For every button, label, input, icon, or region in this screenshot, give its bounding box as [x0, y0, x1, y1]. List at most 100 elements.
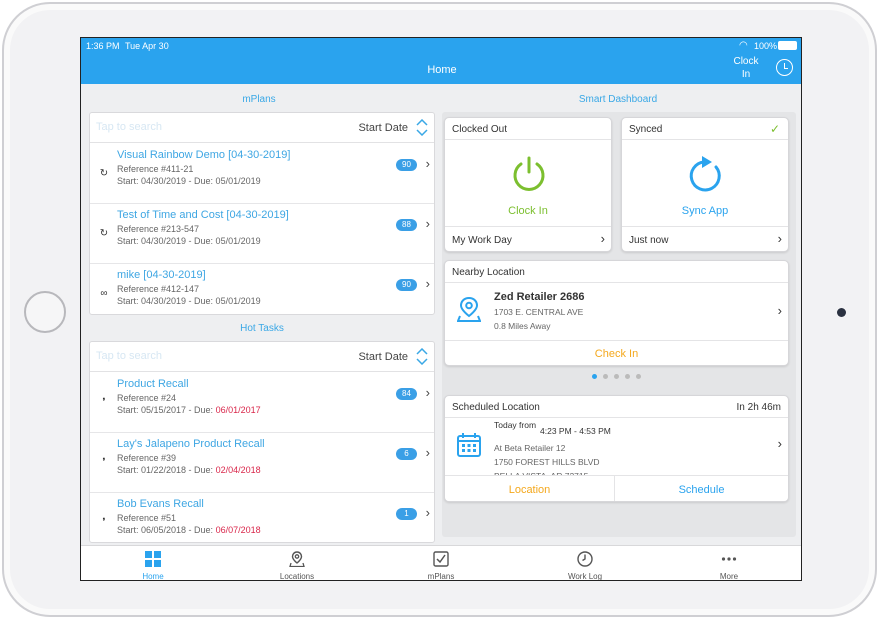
clock-card-header: Clocked Out [445, 118, 611, 140]
page-dot[interactable] [614, 374, 619, 379]
clock-icon [577, 551, 593, 567]
hot-task-title: Product Recall [117, 378, 189, 390]
scheduled-place: At Beta Retailer 12 [494, 443, 566, 453]
tab-bar: Home Locations mPlans Work Log More [81, 545, 801, 580]
hot-task-reference: Reference #39 [117, 453, 177, 463]
more-dots-icon [721, 557, 737, 561]
scheduled-location-card[interactable]: Scheduled Location In 2h 46m Today from … [444, 395, 789, 502]
chevron-right-icon: › [425, 276, 430, 291]
chevron-right-icon: › [777, 303, 782, 318]
mplan-row[interactable]: ↻ Test of Time and Cost [04-30-2019] Ref… [90, 204, 434, 264]
my-work-day-link[interactable]: My Work Day › [445, 226, 611, 253]
mplan-title: Visual Rainbow Demo [04-30-2019] [117, 149, 291, 161]
home-button[interactable] [24, 291, 66, 333]
page-dot[interactable] [636, 374, 641, 379]
tab-work-log[interactable]: Work Log [513, 546, 657, 580]
check-in-button[interactable]: Check In [445, 340, 788, 367]
clock-icon[interactable] [776, 59, 793, 76]
hot-tasks-search-input[interactable] [96, 350, 296, 362]
mplans-search-input[interactable] [96, 121, 296, 133]
infinity-icon: ∞ [100, 288, 108, 299]
score-badge: 90 [396, 279, 417, 291]
chevron-right-icon: › [425, 385, 430, 400]
wifi-icon: ◠ [739, 40, 748, 51]
checklist-icon [433, 551, 449, 567]
location-button[interactable]: Location [445, 476, 615, 501]
nearby-location-distance: 0.8 Miles Away [494, 321, 551, 331]
chevron-right-icon: › [425, 216, 430, 231]
hot-task-title: Lay's Jalapeno Product Recall [117, 438, 265, 450]
mplans-sort-label[interactable]: Start Date [358, 122, 408, 134]
scheduled-street: 1750 FOREST HILLS BLVD [494, 457, 600, 467]
mplans-list: Start Date ↻ Visual Rainbow Demo [04-30-… [89, 112, 435, 315]
hot-tasks-sort-label[interactable]: Start Date [358, 351, 408, 363]
mplan-title: Test of Time and Cost [04-30-2019] [117, 209, 289, 221]
check-icon: ✓ [769, 122, 780, 136]
page-dot[interactable] [592, 374, 597, 379]
nearby-location-card[interactable]: Nearby Location Zed Retailer 2686 1703 E… [444, 260, 789, 366]
clock-in-card[interactable]: Clocked Out Clock In My Work Day › [444, 117, 612, 252]
calendar-icon [457, 433, 481, 457]
sort-arrows-icon[interactable] [416, 119, 428, 136]
status-date: Tue Apr 30 [125, 41, 169, 51]
page-indicator[interactable] [592, 374, 642, 380]
camera [837, 308, 846, 317]
fire-icon: ❜ [102, 397, 106, 408]
chevron-right-icon: › [777, 436, 782, 451]
mplan-title: mike [04-30-2019] [117, 269, 206, 281]
chevron-right-icon: › [600, 231, 605, 246]
hot-task-row[interactable]: ❜ Product Recall Reference #24 Start: 05… [90, 373, 434, 433]
mplan-reference: Reference #412-147 [117, 284, 200, 294]
page-dot[interactable] [603, 374, 608, 379]
hot-task-dates: Start: 05/15/2017 - Due: 06/01/2017 [117, 405, 261, 415]
score-badge: 88 [396, 219, 417, 231]
hot-tasks-section-title: Hot Tasks [240, 323, 284, 334]
nearby-location-address: 1703 E. CENTRAL AVE [494, 307, 584, 317]
score-badge: 6 [396, 448, 417, 460]
hot-task-dates: Start: 01/22/2018 - Due: 02/04/2018 [117, 465, 261, 475]
sync-card-header: Synced [622, 118, 788, 140]
hot-task-row[interactable]: ❜ Bob Evans Recall Reference #51 Start: … [90, 493, 434, 542]
hot-tasks-list: Start Date ❜ Product Recall Reference #2… [89, 341, 435, 543]
schedule-button[interactable]: Schedule [615, 476, 788, 501]
mplan-row[interactable]: ↻ Visual Rainbow Demo [04-30-2019] Refer… [90, 144, 434, 204]
hot-task-reference: Reference #51 [117, 513, 177, 523]
hot-task-reference: Reference #24 [117, 393, 177, 403]
fire-icon: ❜ [102, 517, 106, 528]
mplans-search-bar: Start Date [90, 113, 434, 143]
tab-home[interactable]: Home [81, 546, 225, 580]
app-screen: 1:36 PM Tue Apr 30 ◠ 100% Home Clock In … [80, 37, 802, 581]
chevron-right-icon: › [777, 231, 782, 246]
sort-arrows-icon[interactable] [416, 348, 428, 365]
chevron-right-icon: › [425, 445, 430, 460]
page-dot[interactable] [625, 374, 630, 379]
scheduled-time: 4:23 PM - 4:53 PM [540, 426, 611, 436]
nearby-location-name: Zed Retailer 2686 [494, 291, 585, 303]
clock-in-header-button[interactable]: Clock In [726, 55, 766, 81]
mplan-reference: Reference #411-21 [117, 164, 194, 174]
mplan-dates: Start: 04/30/2019 - Due: 05/01/2019 [117, 236, 261, 246]
mplan-row[interactable]: ∞ mike [04-30-2019] Reference #412-147 S… [90, 264, 434, 314]
tab-mplans[interactable]: mPlans [369, 546, 513, 580]
hot-tasks-search-bar: Start Date [90, 342, 434, 372]
grid-icon [145, 551, 161, 567]
due-date: 02/04/2018 [215, 465, 261, 475]
scheduled-today-label: Today from [494, 420, 537, 430]
battery-percent: 100% [754, 41, 778, 51]
sync-card[interactable]: Synced ✓ Sync App Just now › [621, 117, 789, 252]
score-badge: 84 [396, 388, 417, 400]
map-pin-icon [457, 296, 481, 322]
due-date: 06/01/2017 [215, 405, 261, 415]
hot-task-title: Bob Evans Recall [117, 498, 204, 510]
due-date: 06/07/2018 [215, 525, 261, 535]
scheduled-eta: In 2h 46m [736, 402, 781, 413]
mplan-dates: Start: 04/30/2019 - Due: 05/01/2019 [117, 176, 261, 186]
hot-task-dates: Start: 06/05/2018 - Due: 06/07/2018 [117, 525, 261, 535]
fire-icon: ❜ [102, 457, 106, 468]
hot-task-row[interactable]: ❜ Lay's Jalapeno Product Recall Referenc… [90, 433, 434, 493]
status-time: 1:36 PM [86, 41, 120, 51]
last-sync-row[interactable]: Just now › [622, 226, 788, 253]
tab-more[interactable]: More [657, 546, 801, 580]
location-pin-icon [289, 551, 305, 567]
tab-locations[interactable]: Locations [225, 546, 369, 580]
